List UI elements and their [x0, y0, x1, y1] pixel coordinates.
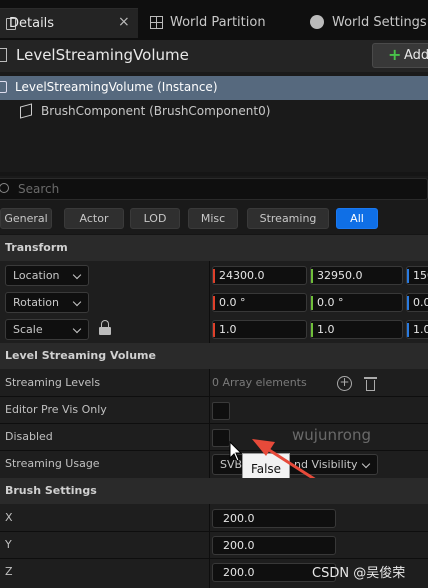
column-divider	[209, 504, 210, 588]
section-brush-settings[interactable]: Brush Settings	[0, 478, 428, 504]
row-separator	[0, 531, 428, 532]
brush-x-field[interactable]: 200.0	[212, 509, 336, 528]
brush-z-label: Z	[5, 565, 13, 578]
brush-x-label: X	[5, 511, 13, 524]
brush-y-field[interactable]: 200.0	[212, 536, 336, 555]
brush-y-value: 200.0	[223, 539, 255, 552]
brush-y-label: Y	[5, 538, 12, 551]
row-separator	[0, 558, 428, 559]
brush-x-value: 200.0	[223, 512, 255, 525]
section-brush-label: Brush Settings	[5, 484, 97, 497]
brush-z-value: 200.0	[223, 566, 255, 579]
credit-watermark: CSDN @吴俊荣	[312, 566, 406, 581]
